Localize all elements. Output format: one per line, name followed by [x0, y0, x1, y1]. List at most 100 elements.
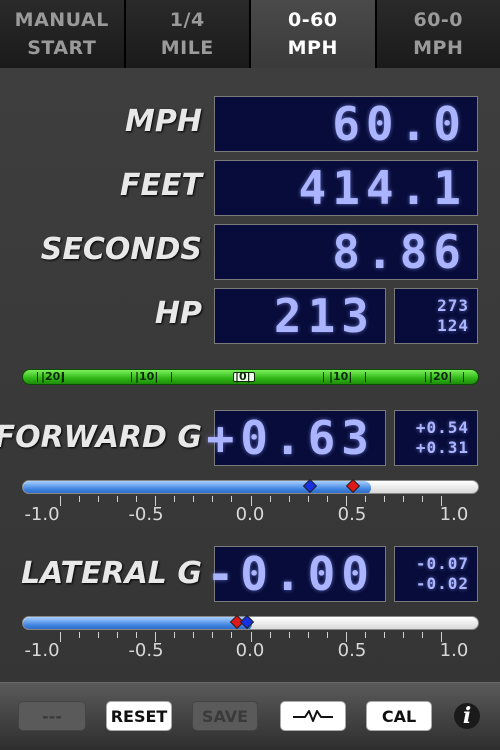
forward-g-display: +0.63: [207, 410, 386, 466]
waveform-icon: [293, 710, 333, 722]
mode-tabs: MANUAL START 1/4 MILE 0-60 MPH 60-0 MPH: [0, 0, 500, 68]
scale-tick: [307, 496, 309, 502]
scale-tick: [79, 632, 81, 638]
forward-g-min-value: +0.31: [415, 438, 469, 457]
scale-tick: [421, 632, 423, 638]
scale-tick: [288, 632, 290, 638]
hp-label: HP: [154, 296, 202, 331]
balance-label-right20: |20|: [429, 370, 453, 383]
tab-manual-start[interactable]: MANUAL START: [0, 0, 126, 68]
scale-tick: [60, 632, 62, 642]
forward-g-label: FORWARD G: [0, 420, 202, 455]
balance-label-left10: |10|: [135, 370, 159, 383]
hp-range-display: 273 124: [394, 288, 478, 344]
tab-0-60-mph[interactable]: 0-60 MPH: [251, 0, 377, 68]
lateral-g-label: LATERAL G: [21, 556, 202, 591]
scale-tick: [326, 632, 328, 638]
mph-label: MPH: [125, 104, 202, 139]
balance-bar: |20| |10| |0| |10| |20|: [22, 369, 479, 385]
balance-tick: [37, 372, 38, 382]
scale-tick: [402, 632, 404, 638]
tab-label-line1: 0-60: [287, 9, 338, 31]
scale-label: 1.0: [439, 504, 469, 525]
tab-label-line2: START: [27, 37, 97, 59]
scale-label: -1.0: [24, 640, 60, 661]
balance-tick: [131, 372, 132, 382]
lateral-g-display: -0.00: [207, 546, 386, 602]
scale-tick: [326, 496, 328, 502]
scale-tick: [307, 632, 309, 638]
feet-label: FEET: [120, 168, 202, 203]
scale-label: 0.5: [337, 504, 367, 525]
scale-tick: [193, 496, 195, 502]
forward-g-bar-fill: [23, 481, 372, 493]
seconds-display: 8.86: [214, 224, 478, 280]
scale-tick: [383, 496, 385, 502]
tab-label-line2: MPH: [413, 37, 464, 59]
lateral-g-min-value: -0.02: [415, 574, 469, 593]
lateral-g-bar-fill: [23, 617, 252, 629]
balance-tick: [365, 372, 366, 382]
forward-g-max-value: +0.54: [415, 418, 469, 437]
dash-button[interactable]: ---: [18, 701, 86, 731]
info-button[interactable]: i: [454, 703, 480, 729]
hp-max-value: 273: [437, 296, 469, 315]
main-panel: MPH 60.0 FEET 414.1 SECONDS 8.86 HP 213 …: [0, 68, 500, 682]
scale-label: -0.5: [128, 640, 164, 661]
scale-tick: [288, 496, 290, 502]
scale-tick: [212, 496, 214, 502]
scale-tick: [98, 496, 100, 502]
scale-tick: [212, 632, 214, 638]
scale-tick: [174, 632, 176, 638]
scale-label: 1.0: [439, 640, 469, 661]
scale-tick: [117, 632, 119, 638]
scale-tick: [193, 632, 195, 638]
scale-tick: [79, 496, 81, 502]
scale-tick: [269, 632, 271, 638]
lateral-g-max-value: -0.07: [415, 554, 469, 573]
scale-tick: [383, 632, 385, 638]
scale-label: 0.0: [235, 504, 265, 525]
scale-tick: [60, 496, 62, 506]
tab-label-line2: MILE: [160, 37, 214, 59]
hp-display: 213: [214, 288, 386, 344]
balance-label-center: |0|: [235, 370, 251, 383]
tab-label-line1: MANUAL: [14, 9, 109, 31]
graph-button[interactable]: [280, 701, 346, 731]
scale-tick: [136, 496, 138, 502]
balance-tick: [171, 372, 172, 382]
tab-quarter-mile[interactable]: 1/4 MILE: [125, 0, 251, 68]
tab-label-line2: MPH: [287, 37, 338, 59]
hp-min-value: 124: [437, 316, 469, 335]
scale-label: -0.5: [128, 504, 164, 525]
reset-button[interactable]: RESET: [106, 701, 172, 731]
scale-label: -1.0: [24, 504, 60, 525]
balance-tick: [323, 372, 324, 382]
scale-label: 0.0: [235, 640, 265, 661]
scale-tick: [136, 632, 138, 638]
balance-tick: [63, 372, 64, 382]
scale-tick: [402, 496, 404, 502]
scale-tick: [421, 496, 423, 502]
lateral-g-range-display: -0.07 -0.02: [394, 546, 478, 602]
scale-tick: [269, 496, 271, 502]
seconds-label: SECONDS: [40, 232, 202, 267]
scale-tick: [117, 496, 119, 502]
scale-tick: [364, 496, 366, 502]
scale-tick: [174, 496, 176, 502]
scale-tick: [231, 632, 233, 638]
scale-tick: [231, 496, 233, 502]
tab-label-line1: 60-0: [413, 9, 464, 31]
scale-label: 0.5: [337, 640, 367, 661]
save-button[interactable]: SAVE: [192, 701, 258, 731]
scale-tick: [364, 632, 366, 638]
feet-display: 414.1: [214, 160, 478, 216]
bottom-toolbar: --- RESET SAVE CAL i: [0, 682, 500, 750]
tab-60-0-mph[interactable]: 60-0 MPH: [376, 0, 500, 68]
balance-tick: [425, 372, 426, 382]
cal-button[interactable]: CAL: [366, 701, 432, 731]
balance-label-right10: |10|: [329, 370, 353, 383]
forward-g-range-display: +0.54 +0.31: [394, 410, 478, 466]
balance-label-left20: |20|: [41, 370, 65, 383]
forward-g-bar: [22, 480, 479, 494]
